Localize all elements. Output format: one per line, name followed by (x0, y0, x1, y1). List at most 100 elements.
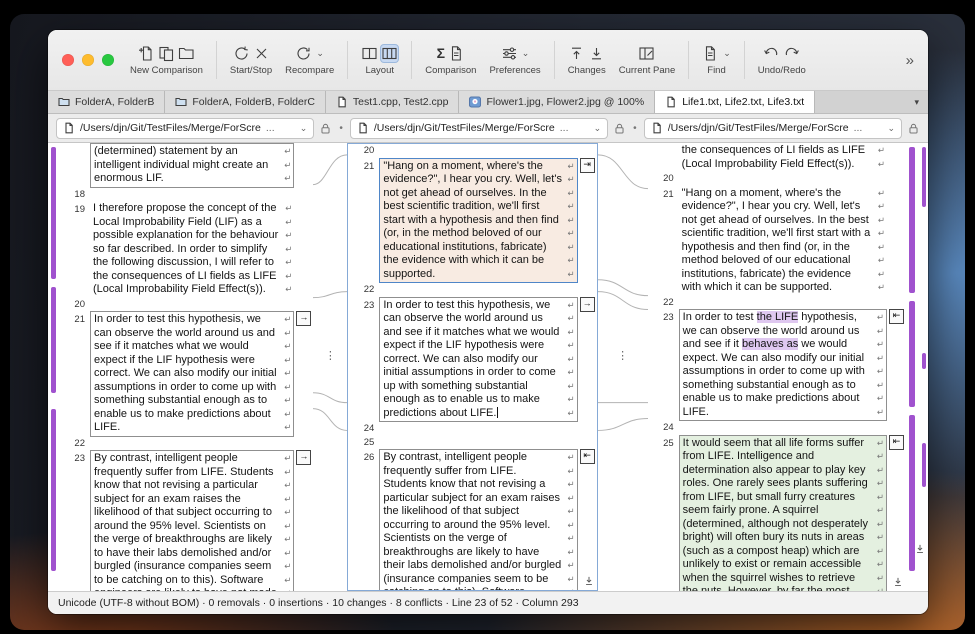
line-number: 22 (348, 283, 379, 297)
changed-text-highlight: behaves as (742, 338, 798, 350)
line-wrap-icon: ↵ (564, 173, 575, 187)
line-wrap-icon: ↵ (280, 421, 291, 435)
block-text: In order to test this hypothesis, we can… (94, 313, 279, 435)
close-button[interactable] (62, 54, 74, 66)
scroll-anchor-icon[interactable] (583, 575, 595, 587)
chevron-down-icon: ⌄ (723, 48, 731, 59)
merge-buttons: → (296, 311, 311, 326)
merge-buttons: ⇤ (889, 309, 904, 324)
text-block[interactable]: In order to test this hypothesis, we can… (379, 297, 577, 423)
toolbar-item-undo-redo[interactable]: Undo/Redo (758, 44, 806, 76)
merge-push-right-button[interactable]: → (296, 450, 311, 465)
file-path-field[interactable]: /Users/djn/Git/TestFiles/Merge/ForScre..… (56, 118, 314, 139)
wrap-markers: ↵↵↵↵↵↵↵↵↵ (564, 160, 575, 282)
text-block[interactable]: By contrast, intelligent people frequent… (90, 450, 294, 591)
change-map-segment[interactable] (922, 353, 926, 369)
line-wrap-icon: ↵ (564, 160, 575, 174)
lock-icon[interactable] (613, 122, 626, 135)
pane-splitter-handle[interactable]: ⋮ (617, 349, 628, 362)
change-map-segment[interactable] (909, 301, 915, 407)
pane-splitter-handle[interactable]: ⋮ (325, 349, 336, 362)
scroll-anchor-icon[interactable] (892, 576, 904, 588)
diff-spacer-row: 25 (348, 436, 596, 450)
line-wrap-icon: ↵ (874, 281, 885, 295)
status-bar: Unicode (UTF-8 without BOM) · 0 removals… (48, 591, 928, 614)
toolbar-item-layout[interactable]: Layout (361, 44, 398, 76)
connector-lines (313, 143, 347, 591)
text-block[interactable]: "Hang on a moment, where's the evidence?… (679, 186, 887, 296)
toolbar-item-changes[interactable]: Changes (568, 44, 606, 76)
zoom-button[interactable] (102, 54, 114, 66)
line-wrap-icon: ↵ (280, 145, 291, 159)
line-wrap-icon: ↵ (564, 326, 575, 340)
refresh-icon (295, 45, 312, 62)
merge-push-left-button[interactable]: ⇤ (580, 449, 595, 464)
text-block[interactable]: (determined) statement by an intelligent… (90, 143, 294, 188)
line-wrap-icon: ↵ (873, 338, 884, 352)
line-number (59, 143, 90, 188)
sliders-icon (501, 45, 518, 62)
line-number: 24 (648, 421, 679, 435)
change-map-segment[interactable] (922, 147, 926, 207)
line-wrap-icon: ↵ (873, 365, 884, 379)
merge-buttons: ⇤→ (580, 449, 598, 464)
merge-insert-right-button[interactable]: ⇥ (580, 158, 595, 173)
toolbar-item-comparison[interactable]: ΣComparison (425, 44, 476, 76)
text-block[interactable]: By contrast, intelligent people frequent… (379, 449, 577, 591)
toolbar-item-start-stop[interactable]: Start/Stop (230, 44, 272, 76)
line-number: 25 (648, 435, 679, 592)
text-block[interactable]: I therefore propose the concept of the L… (90, 201, 294, 298)
tab-flower1-jpg-flower2-jpg-100[interactable]: Flower1.jpg, Flower2.jpg @ 100% (459, 91, 655, 113)
toolbar-item-recompare[interactable]: ⌄Recompare (285, 44, 334, 76)
change-map-segment[interactable] (51, 147, 56, 279)
toolbar-item-find[interactable]: ⌄Find (702, 44, 731, 76)
line-wrap-icon: ↵ (280, 172, 291, 186)
file-path-field[interactable]: /Users/djn/Git/TestFiles/Merge/ForScre..… (350, 118, 608, 139)
line-wrap-icon: ↵ (873, 585, 884, 591)
path-group: /Users/djn/Git/TestFiles/Merge/ForScre..… (644, 118, 920, 139)
text-block[interactable]: the consequences of LI fields as LIFE (L… (679, 143, 887, 172)
text-block[interactable]: In order to test this hypothesis, we can… (90, 311, 294, 437)
change-map-segment[interactable] (51, 409, 56, 571)
text-block[interactable]: "Hang on a moment, where's the evidence?… (379, 158, 577, 284)
file-path-field[interactable]: /Users/djn/Git/TestFiles/Merge/ForScre..… (644, 118, 902, 139)
diff-spacer-row: 22 (348, 283, 596, 297)
diff-block-row: 21"Hang on a moment, where's the evidenc… (348, 158, 596, 284)
toolbar-overflow-button[interactable]: » (902, 52, 918, 69)
toolbar-item-current-pane[interactable]: Current Pane (619, 44, 676, 76)
change-map-segment[interactable] (922, 443, 926, 487)
undo-icon (763, 45, 780, 62)
tab-life1-txt-life2-txt-life3-txt[interactable]: Life1.txt, Life2.txt, Life3.txt (655, 91, 815, 113)
chevron-down-icon[interactable]: ⌄ (300, 123, 308, 134)
tab-foldera-folderb-folderc[interactable]: FolderA, FolderB, FolderC (165, 91, 326, 113)
stop-x-icon (253, 45, 270, 62)
tabs-dropdown-button[interactable]: ▾ (905, 91, 928, 113)
chevron-down-icon[interactable]: ⌄ (594, 123, 602, 134)
text-block[interactable]: In order to test the LIFE hypothesis, we… (679, 309, 887, 421)
merge-push-right-button[interactable]: → (296, 311, 311, 326)
lock-icon[interactable] (319, 122, 332, 135)
merge-push-left-button[interactable]: ⇤ (889, 309, 904, 324)
toolbar-item-preferences[interactable]: ⌄Preferences (489, 44, 540, 76)
line-wrap-icon: ↵ (564, 200, 575, 214)
minimize-button[interactable] (82, 54, 94, 66)
tab-foldera-folderb[interactable]: FolderA, FolderB (48, 91, 165, 113)
file-path-text: /Users/djn/Git/TestFiles/Merge/ForScre (668, 122, 849, 134)
block-text: It would seem that all life forms suffer… (683, 437, 872, 592)
chevron-down-icon[interactable]: ⌄ (887, 123, 895, 134)
line-wrap-icon: ↵ (564, 312, 575, 326)
merge-push-right-button[interactable]: → (580, 297, 595, 312)
toolbar-item-new-comparison[interactable]: New Comparison (130, 44, 203, 76)
change-map-segment[interactable] (909, 147, 915, 293)
line-wrap-icon: ↵ (874, 227, 885, 241)
line-wrap-icon: ↵ (873, 531, 884, 545)
change-map-segment[interactable] (51, 287, 56, 393)
lock-icon[interactable] (907, 122, 920, 135)
scroll-anchor-icon[interactable] (914, 543, 926, 555)
pane-2: 2021"Hang on a moment, where's the evide… (347, 143, 597, 591)
path-row: /Users/djn/Git/TestFiles/Merge/ForScre..… (48, 114, 928, 142)
text-block[interactable]: It would seem that all life forms suffer… (679, 435, 887, 592)
diff-block-row: 23In order to test this hypothesis, we c… (348, 297, 596, 423)
merge-push-left-button[interactable]: ⇤ (889, 435, 904, 450)
tab-test1-cpp-test2-cpp[interactable]: Test1.cpp, Test2.cpp (326, 91, 460, 113)
